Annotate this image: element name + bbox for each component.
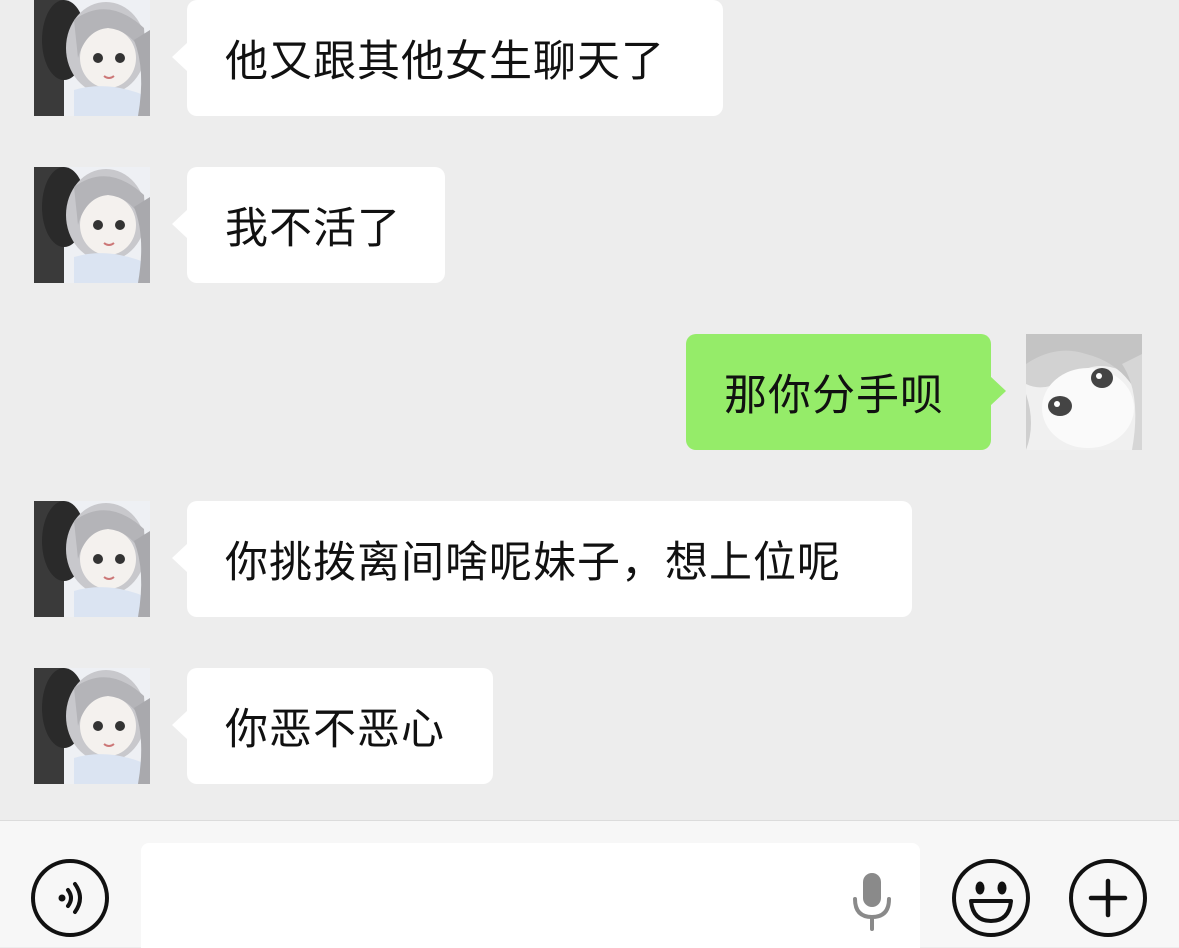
message-input[interactable] <box>141 843 920 948</box>
message-text: 我不活了 <box>225 204 401 254</box>
contact-avatar-image <box>34 501 150 617</box>
message-bubble[interactable]: 我不活了 <box>172 167 445 283</box>
chat-area[interactable]: 他又跟其他女生聊天了 我不活了 那你分手呗 你挑拨离间啥呢妹子，想上位呢 你恶不… <box>0 0 1179 820</box>
plus-icon <box>1088 878 1128 918</box>
emoji-icon <box>969 881 1013 923</box>
message-text: 那你分手呗 <box>724 371 944 421</box>
message-bubble[interactable]: 你挑拨离间啥呢妹子，想上位呢 <box>172 501 912 617</box>
message-bubble[interactable]: 他又跟其他女生聊天了 <box>172 0 723 116</box>
contact-avatar[interactable] <box>34 668 150 784</box>
contact-avatar[interactable] <box>34 167 150 283</box>
contact-avatar-image <box>34 668 150 784</box>
voice-toggle-button[interactable] <box>31 859 109 937</box>
contact-avatar[interactable] <box>34 501 150 617</box>
message-bubble[interactable]: 那你分手呗 <box>686 334 1006 450</box>
voice-toggle-icon <box>58 882 82 914</box>
own-avatar-image <box>1026 334 1142 450</box>
message-text: 他又跟其他女生聊天了 <box>225 37 665 87</box>
contact-avatar[interactable] <box>34 0 150 116</box>
message-text: 你恶不恶心 <box>225 705 445 755</box>
contact-avatar-image <box>34 167 150 283</box>
own-avatar[interactable] <box>1026 334 1142 450</box>
input-bar <box>0 820 1179 948</box>
message-text: 你挑拨离间啥呢妹子，想上位呢 <box>225 538 841 588</box>
contact-avatar-image <box>34 0 150 116</box>
emoji-button[interactable] <box>952 859 1030 937</box>
more-actions-button[interactable] <box>1069 859 1147 937</box>
microphone-icon[interactable] <box>850 871 894 931</box>
message-bubble[interactable]: 你恶不恶心 <box>172 668 493 784</box>
